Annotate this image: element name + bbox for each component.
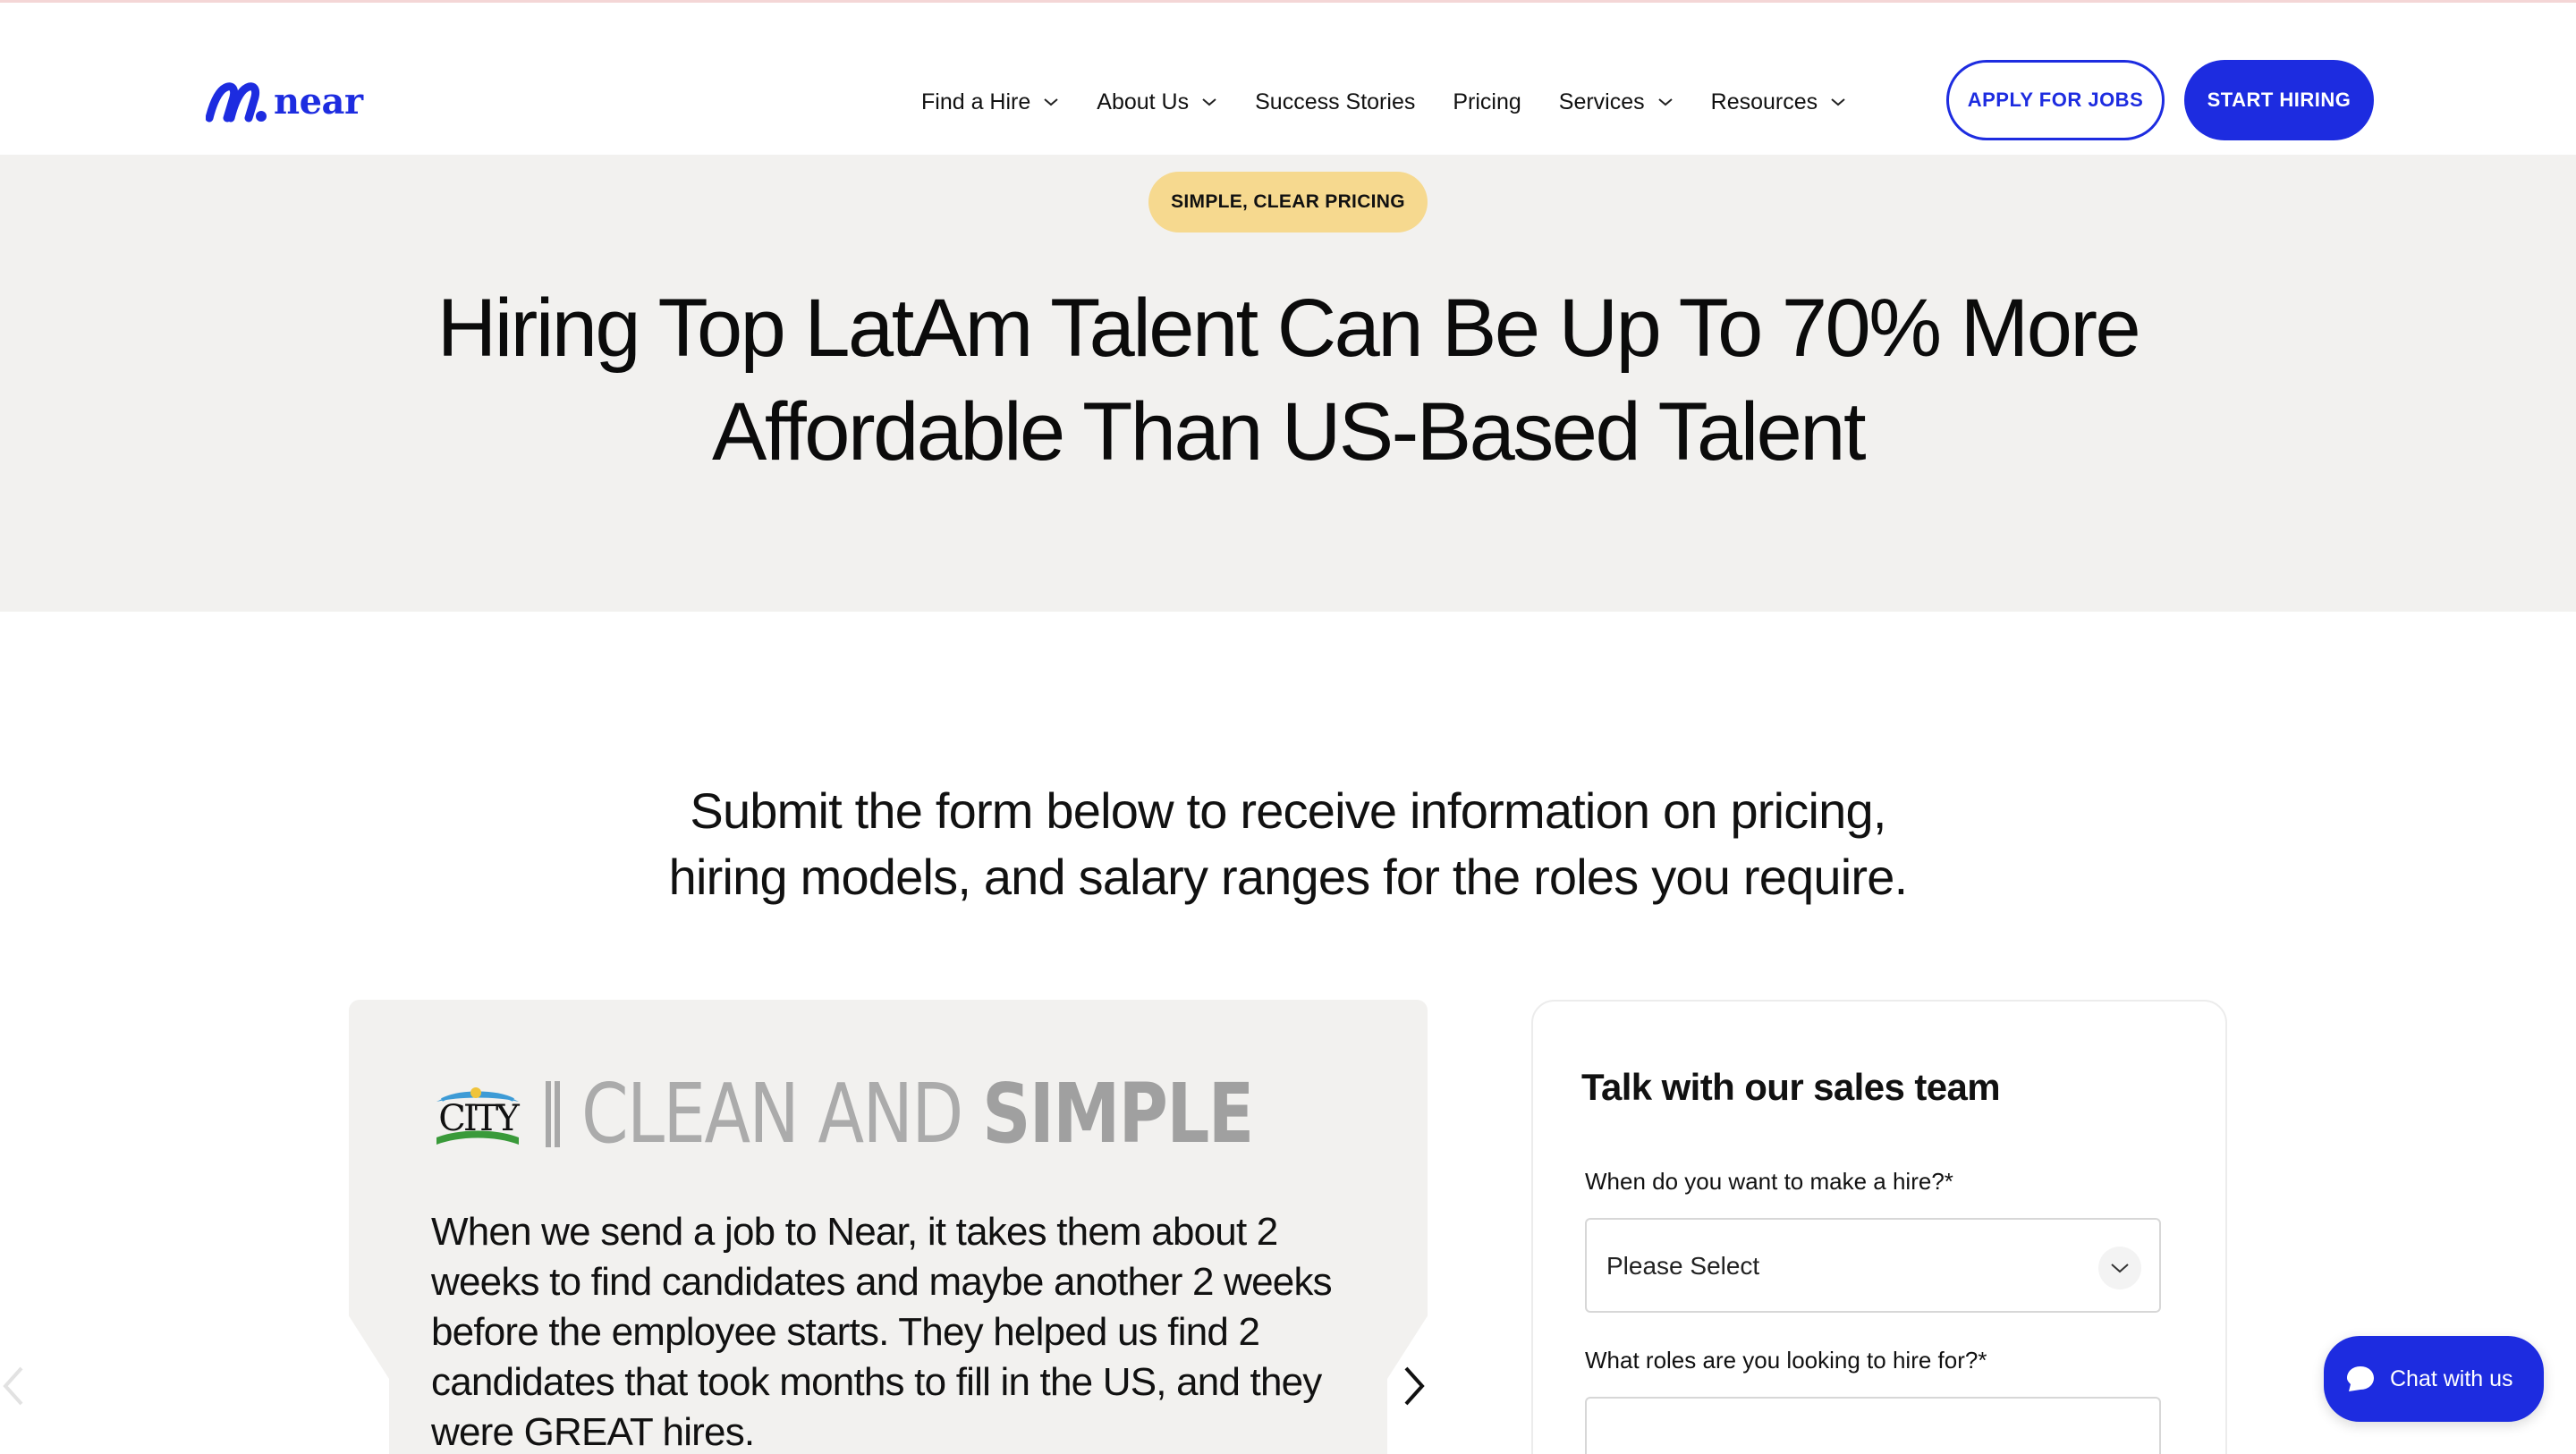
hire-timing-select-value: Please Select bbox=[1606, 1252, 1760, 1280]
nav-pricing[interactable]: Pricing bbox=[1453, 89, 1521, 115]
testimonial-quote: When we send a job to Near, it takes the… bbox=[431, 1210, 1333, 1454]
chevron-down-icon bbox=[1831, 98, 1845, 106]
chevron-down-icon bbox=[1044, 98, 1058, 106]
intro-line-1: Submit the form below to receive informa… bbox=[690, 782, 1886, 839]
chat-label: Chat with us bbox=[2390, 1365, 2513, 1391]
hero-title: Hiring Top LatAm Talent Can Be Up To 70%… bbox=[304, 276, 2272, 484]
near-logo-text: near bbox=[274, 80, 363, 123]
form-title: Talk with our sales team bbox=[1581, 1066, 2001, 1108]
hero-section: SIMPLE, CLEAR PRICING Hiring Top LatAm T… bbox=[0, 155, 2576, 612]
nav-success-stories[interactable]: Success Stories bbox=[1255, 89, 1415, 115]
start-hiring-button[interactable]: START HIRING bbox=[2184, 60, 2374, 140]
form-intro-text: Submit the form below to receive informa… bbox=[483, 778, 2093, 910]
client-brand-bold: SIMPLE bbox=[982, 1066, 1254, 1162]
nav-resources[interactable]: Resources bbox=[1711, 89, 1847, 115]
carousel-prev-arrow-icon[interactable] bbox=[0, 1363, 27, 1409]
hero-title-line-1: Hiring Top LatAm Talent Can Be Up To 70%… bbox=[436, 283, 2141, 374]
pricing-badge: SIMPLE, CLEAR PRICING bbox=[1148, 172, 1428, 232]
nav-services-label: Services bbox=[1558, 89, 1645, 114]
testimonial-card: CITY CLEAN AND SIMPLE When we send a job… bbox=[348, 1000, 1428, 1454]
main-nav: Find a Hire About Us Success Stories Pri… bbox=[921, 81, 1884, 123]
near-logo[interactable]: near bbox=[206, 78, 363, 124]
nav-find-a-hire[interactable]: Find a Hire bbox=[921, 89, 1059, 115]
roles-input[interactable] bbox=[1585, 1397, 2161, 1454]
near-logo-mark-icon bbox=[206, 82, 267, 123]
city-logo-text: CITY bbox=[438, 1098, 520, 1139]
roles-label: What roles are you looking to hire for?* bbox=[1585, 1347, 1987, 1374]
nav-success-stories-label: Success Stories bbox=[1255, 89, 1416, 114]
card-notch-left bbox=[348, 1315, 389, 1454]
chevron-down-icon bbox=[1202, 98, 1216, 106]
chevron-down-icon bbox=[2111, 1264, 2129, 1273]
sales-form-card: Talk with our sales team When do you wan… bbox=[1531, 1000, 2227, 1454]
select-chevron bbox=[2098, 1247, 2141, 1289]
hire-timing-label: When do you want to make a hire?* bbox=[1585, 1168, 1953, 1195]
nav-services[interactable]: Services bbox=[1559, 89, 1674, 115]
city-logo-icon: CITY bbox=[436, 1087, 522, 1145]
hire-timing-select[interactable]: Please Select bbox=[1585, 1218, 2161, 1313]
nav-pricing-label: Pricing bbox=[1453, 89, 1521, 114]
intro-line-2: hiring models, and salary ranges for the… bbox=[668, 849, 1908, 905]
chat-bubble-icon bbox=[2347, 1366, 2374, 1391]
hero-title-line-2: Affordable Than US-Based Talent bbox=[711, 386, 1867, 478]
site-header: near Find a Hire About Us Success Storie… bbox=[0, 3, 2576, 155]
client-brand-text: CLEAN AND SIMPLE bbox=[581, 1073, 1254, 1155]
brand-bars-icon bbox=[546, 1081, 560, 1147]
chat-with-us-button[interactable]: Chat with us bbox=[2324, 1336, 2544, 1422]
client-brand-light: CLEAN AND bbox=[581, 1066, 963, 1162]
nav-find-a-hire-label: Find a Hire bbox=[921, 89, 1031, 114]
apply-for-jobs-button[interactable]: APPLY FOR JOBS bbox=[1946, 60, 2165, 140]
nav-resources-label: Resources bbox=[1710, 89, 1818, 114]
nav-about-us[interactable]: About Us bbox=[1097, 89, 1217, 115]
chevron-down-icon bbox=[1658, 98, 1673, 106]
carousel-next-arrow-icon[interactable] bbox=[1401, 1363, 1428, 1409]
nav-about-us-label: About Us bbox=[1097, 89, 1190, 114]
client-logo: CITY CLEAN AND SIMPLE bbox=[433, 1073, 1400, 1155]
